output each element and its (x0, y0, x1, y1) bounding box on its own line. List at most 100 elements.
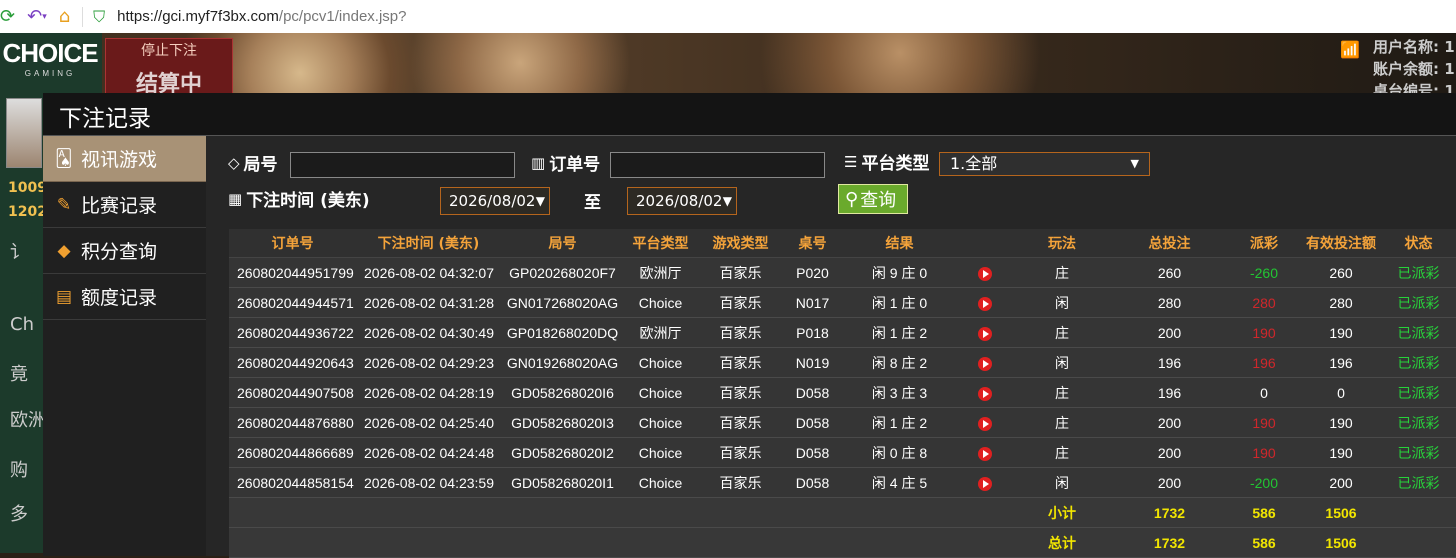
wifi-icon: 📶 (1340, 40, 1360, 59)
nav-item-points-query[interactable]: ◆ 积分查询 (43, 228, 206, 274)
diamond-icon: ◆ (57, 240, 71, 261)
nav-item-match-records[interactable]: ✎ 比赛记录 (43, 182, 206, 228)
round-label: ◇ 局号 (228, 150, 278, 176)
ticket-icon: ✎ (56, 194, 72, 215)
logo-text: CHOICE (2, 38, 98, 68)
column-header: 派彩 (1227, 229, 1301, 258)
cell-status: 已派彩 (1381, 407, 1456, 438)
cell-play: 庄 (1012, 377, 1112, 408)
cell-platform: 欧洲厅 (624, 317, 697, 348)
column-header: 有效投注额 (1301, 229, 1381, 258)
undo-icon[interactable]: ↶ ▾ (27, 6, 47, 27)
sum-valid: 1506 (1301, 497, 1381, 528)
column-header: 局号 (501, 229, 624, 258)
platform-select[interactable]: 1.全部 ▼ (939, 152, 1150, 176)
table-row[interactable]: 260802044944571 2026-08-02 04:31:28 GN0172… (229, 287, 1456, 318)
table-row[interactable]: 260802044951799 2026-08-02 04:32:07 GP0202… (229, 257, 1456, 288)
calendar-icon: ▦ (228, 189, 243, 208)
cell-game: 百家乐 (697, 317, 784, 348)
cell-result: 闲 8 庄 2 (841, 347, 958, 378)
cell-total: 200 (1112, 467, 1227, 498)
cell-payout: 0 (1227, 377, 1301, 408)
platform-label: ☰ 平台类型 (844, 149, 929, 175)
cell-time: 2026-08-02 04:28:19 (356, 377, 501, 408)
table-row[interactable]: 260802044936722 2026-08-02 04:30:49 GP0182… (229, 317, 1456, 348)
cell-platform: Choice (624, 347, 697, 378)
cell-game: 百家乐 (697, 467, 784, 498)
cell-total: 200 (1112, 407, 1227, 438)
to-label: 至 (584, 193, 601, 213)
play-video-icon[interactable] (978, 356, 992, 371)
play-video-icon[interactable] (978, 296, 992, 311)
replay-cell (958, 377, 1012, 408)
cell-status: 已派彩 (1381, 317, 1456, 348)
cell-result: 闲 1 庄 2 (841, 407, 958, 438)
empty-cell (958, 497, 1012, 528)
empty-cell (841, 527, 958, 558)
cell-valid: 190 (1301, 317, 1381, 348)
home-icon[interactable]: ⌂ (59, 6, 70, 27)
date-to-select[interactable]: 2026/08/02 ▼ (627, 187, 737, 215)
cell-table: D058 (784, 407, 841, 438)
table-row[interactable]: 260802044907508 2026-08-02 04:28:19 GD0582… (229, 377, 1456, 408)
chevron-down-icon: ▼ (535, 194, 545, 208)
order-input[interactable] (610, 152, 825, 178)
nav-item-live-games[interactable]: 🂡 视讯游戏 (43, 136, 218, 182)
url-host: https://gci.myf7f3bx.com (117, 8, 279, 25)
cell-status: 已派彩 (1381, 257, 1456, 288)
column-header: 桌号 (784, 229, 841, 258)
empty-cell (697, 497, 784, 528)
play-video-icon[interactable] (978, 416, 992, 431)
table-row[interactable]: 260802044866689 2026-08-02 04:24:48 GD0582… (229, 437, 1456, 468)
cell-game: 百家乐 (697, 287, 784, 318)
play-video-icon[interactable] (978, 386, 992, 401)
play-video-icon[interactable] (978, 476, 992, 491)
cell-status: 已派彩 (1381, 347, 1456, 378)
query-button[interactable]: ⚲ 查询 (838, 184, 908, 214)
cell-round: GP020268020F7 (501, 257, 624, 288)
cell-time: 2026-08-02 04:24:48 (356, 437, 501, 468)
avatar (6, 98, 42, 168)
empty-cell (1381, 527, 1456, 558)
play-video-icon[interactable] (978, 446, 992, 461)
cell-platform: Choice (624, 407, 697, 438)
cell-round: GN019268020AG (501, 347, 624, 378)
cell-time: 2026-08-02 04:30:49 (356, 317, 501, 348)
table-row[interactable]: 260802044876880 2026-08-02 04:25:40 GD0582… (229, 407, 1456, 438)
sum-label: 总计 (1012, 527, 1112, 558)
cell-valid: 0 (1301, 377, 1381, 408)
cell-valid: 260 (1301, 257, 1381, 288)
cell-payout: 196 (1227, 347, 1301, 378)
empty-cell (1381, 497, 1456, 528)
cell-play: 庄 (1012, 257, 1112, 288)
cell-round: GP018268020DQ (501, 317, 624, 348)
reload-icon[interactable]: ⟳ (0, 6, 15, 27)
play-video-icon[interactable] (978, 326, 992, 341)
sum-total: 1732 (1112, 497, 1227, 528)
cell-order: 260802044951799 (229, 257, 356, 288)
cell-play: 闲 (1012, 287, 1112, 318)
bet-record-modal: 下注记录 🂡 视讯游戏 ✎ 比赛记录 ◆ 积分查询 ▤ 额度记录 ◇ 局号 ▥ 订单… (43, 93, 1456, 558)
play-video-icon[interactable] (978, 266, 992, 281)
cell-time: 2026-08-02 04:23:59 (356, 467, 501, 498)
sidenav: 🂡 视讯游戏 ✎ 比赛记录 ◆ 积分查询 ▤ 额度记录 (43, 136, 218, 556)
date-from-value: 2026/08/02 (449, 192, 536, 210)
cell-order: 260802044907508 (229, 377, 356, 408)
left-char-1: 讠 (10, 242, 28, 263)
nav-item-credit-records[interactable]: ▤ 额度记录 (43, 274, 206, 320)
cell-round: GN017268020AG (501, 287, 624, 318)
user-balance: 账户余额: 1 (1373, 60, 1455, 78)
table-row[interactable]: 260802044858154 2026-08-02 04:23:59 GD0582… (229, 467, 1456, 498)
table-row[interactable]: 260802044920643 2026-08-02 04:29:23 GN0192… (229, 347, 1456, 378)
cards-icon: 🂡 (55, 148, 73, 169)
cell-result: 闲 9 庄 0 (841, 257, 958, 288)
cell-play: 庄 (1012, 317, 1112, 348)
order-label-text: 订单号 (549, 155, 601, 175)
table-header-row: 订单号 下注时间 (美东) 局号 平台类型 游戏类型 桌号 结果 玩法 总投注 派彩 有效投注额 状态 (229, 229, 1456, 258)
date-from-select[interactable]: 2026/08/02 ▼ (440, 187, 550, 215)
left-char-6: 多 (10, 504, 28, 525)
round-input[interactable] (290, 152, 515, 178)
sum-valid: 1506 (1301, 527, 1381, 558)
cell-valid: 200 (1301, 467, 1381, 498)
url-field[interactable]: https://gci.myf7f3bx.com/pc/pcv1/index.j… (117, 8, 406, 25)
